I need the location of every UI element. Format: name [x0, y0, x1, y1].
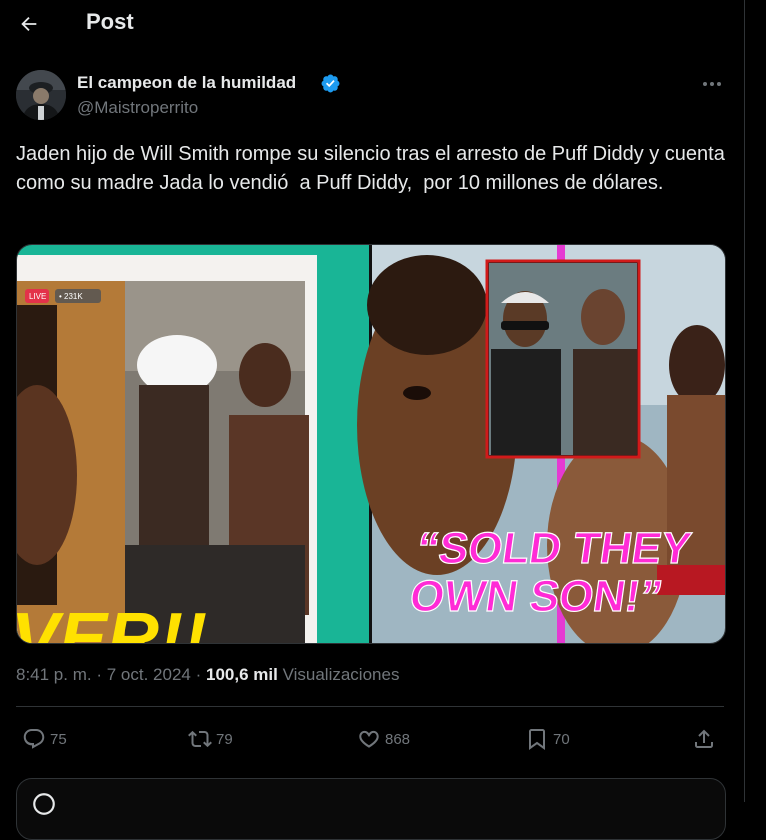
bookmark-icon — [529, 729, 545, 750]
verified-badge-icon — [321, 74, 340, 93]
tweet-meta: 8:41 p. m. · 7 oct. 2024 · 100,6 mil Vis… — [16, 665, 399, 685]
tweet-text: Jaden hijo de Will Smith rompe su silenc… — [16, 143, 731, 194]
post-column: Post El campeon de la humildad @Maistrop… — [0, 0, 744, 840]
post-header: Post — [0, 0, 744, 48]
more-dots-icon — [703, 82, 721, 86]
column-border — [744, 0, 745, 802]
viewers-badge: • 231K — [59, 292, 83, 301]
back-button[interactable] — [13, 8, 45, 40]
heart-icon — [359, 730, 379, 748]
back-arrow-icon — [21, 16, 37, 32]
repost-count: 79 — [216, 730, 233, 748]
live-badge: LIVE — [29, 292, 46, 301]
like-count: 868 — [385, 730, 411, 748]
reply-preview-box[interactable] — [16, 778, 726, 840]
repost-icon — [188, 730, 212, 748]
views-label: Visualizaciones — [282, 665, 400, 684]
page-title: Post — [86, 9, 134, 34]
like-button[interactable]: 868 — [357, 726, 410, 752]
post-date[interactable]: 7 oct. 2024 — [107, 665, 191, 684]
reply-icon — [23, 729, 45, 749]
overlay-caption-line2: OWN SON!” — [407, 572, 666, 621]
author-handle[interactable]: @Maistroperrito — [77, 98, 198, 118]
repost-button[interactable]: 79 — [188, 726, 233, 752]
views-count: 100,6 mil — [206, 665, 278, 684]
meta-separator: · — [96, 665, 103, 684]
meta-separator: · — [195, 665, 202, 684]
divider — [16, 706, 724, 707]
more-options-button[interactable] — [698, 72, 726, 96]
reply-preview-icon — [33, 793, 55, 815]
bookmark-count: 70 — [553, 730, 570, 748]
avatar[interactable] — [16, 70, 66, 120]
bookmark-button[interactable]: 70 — [525, 726, 570, 752]
reply-count: 75 — [50, 730, 67, 748]
share-button[interactable] — [692, 726, 716, 752]
share-icon — [695, 729, 713, 748]
post-time[interactable]: 8:41 p. m. — [16, 665, 92, 684]
author-name[interactable]: El campeon de la humildad — [77, 73, 296, 93]
tweet-media-image[interactable]: LIVE • 231K VER!! “SOLD THEY OWN SON!” — [16, 244, 726, 644]
overlay-caption-line1: “SOLD THEY — [414, 524, 695, 573]
reply-button[interactable]: 75 — [22, 726, 67, 752]
bottom-left-caption: VER!! — [17, 599, 207, 643]
